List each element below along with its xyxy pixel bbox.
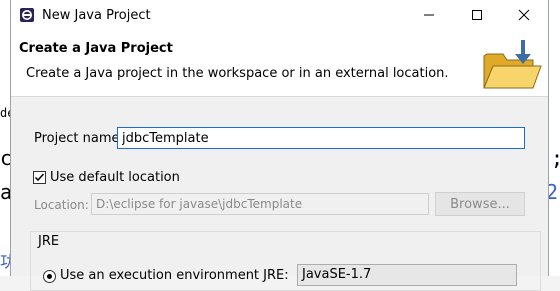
minimize-button[interactable] xyxy=(406,0,452,30)
maximize-button[interactable] xyxy=(454,0,500,30)
new-project-folder-icon xyxy=(483,40,542,89)
use-default-location-label: Use default location xyxy=(50,170,180,185)
new-java-project-dialog: New Java Project Create a Java Project C… xyxy=(10,0,549,291)
use-default-location-checkbox[interactable] xyxy=(33,171,46,184)
jre-group-label: JRE xyxy=(38,234,60,249)
browse-button[interactable]: Browse... xyxy=(435,192,525,216)
location-label: Location: xyxy=(34,198,89,212)
maximize-icon xyxy=(472,10,482,20)
close-icon xyxy=(518,9,530,21)
minimize-icon xyxy=(424,14,434,16)
close-button[interactable] xyxy=(501,0,547,30)
project-name-input[interactable] xyxy=(117,127,525,149)
window-title: New Java Project xyxy=(42,8,151,23)
execution-environment-select[interactable]: JavaSE-1.7 xyxy=(297,264,517,286)
eclipse-icon xyxy=(20,8,34,22)
execution-environment-value: JavaSE-1.7 xyxy=(302,267,372,282)
location-input[interactable] xyxy=(91,193,429,215)
title-bar: New Java Project xyxy=(11,0,548,30)
execution-environment-radio[interactable] xyxy=(43,270,56,283)
check-icon xyxy=(34,173,45,182)
wizard-description: Create a Java project in the workspace o… xyxy=(26,66,449,81)
wizard-title: Create a Java Project xyxy=(19,41,173,56)
project-name-label: Project name: xyxy=(34,131,124,146)
wizard-header: Create a Java Project Create a Java proj… xyxy=(11,30,548,97)
